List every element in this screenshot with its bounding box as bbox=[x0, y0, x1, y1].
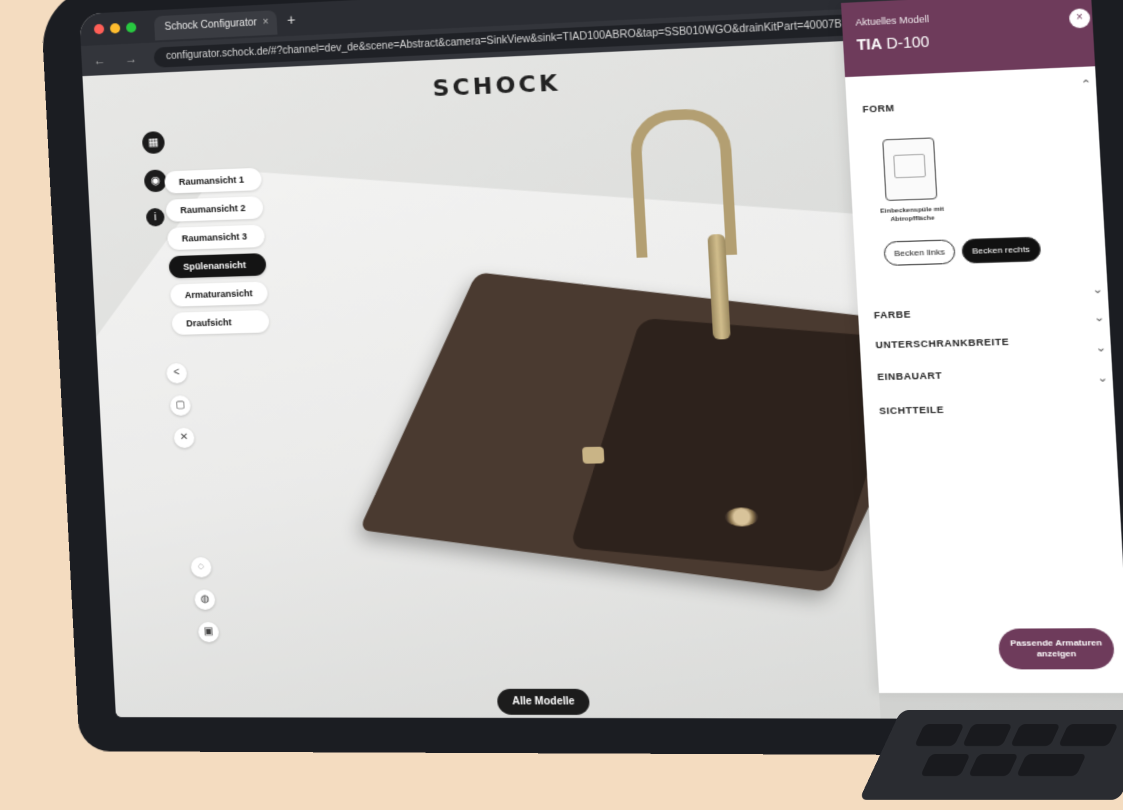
view-raumansicht-2[interactable]: Raumansicht 2 bbox=[166, 196, 264, 222]
form-option-thumbnail[interactable] bbox=[882, 137, 937, 201]
chevron-up-icon[interactable]: ⌃ bbox=[1080, 77, 1091, 91]
sink-shape-icon bbox=[893, 154, 926, 179]
chevron-down-icon[interactable]: ⌄ bbox=[1097, 371, 1108, 385]
keyboard-key bbox=[920, 754, 970, 776]
tool-a-icon[interactable]: ◌ bbox=[190, 557, 211, 577]
tool-c-icon[interactable]: ▣ bbox=[198, 622, 219, 642]
browser-tab[interactable]: Schock Configurator × bbox=[154, 10, 278, 40]
minimize-window-button[interactable] bbox=[110, 23, 121, 34]
current-model-name: TIA D-100 bbox=[856, 33, 930, 53]
info-icon[interactable]: i bbox=[146, 208, 165, 227]
laptop: Schock Configurator × + ← → ↻ configurat… bbox=[40, 0, 1120, 810]
basin-side-selector: Becken links Becken rechts bbox=[883, 237, 1041, 266]
basin-left-button[interactable]: Becken links bbox=[883, 239, 955, 266]
configurator-panel: Aktuelles Modell TIA D-100 × ⌃ FORM Einb… bbox=[841, 0, 1123, 693]
view-armaturansicht[interactable]: Armaturansicht bbox=[170, 282, 268, 307]
laptop-keyboard bbox=[859, 710, 1123, 800]
laptop-bezel: Schock Configurator × + ← → ↻ configurat… bbox=[40, 0, 1123, 756]
section-unterschrankbreite[interactable]: UNTERSCHRANKBREITE bbox=[875, 336, 1009, 350]
current-model-label: Aktuelles Modell bbox=[855, 14, 929, 28]
close-window-button[interactable] bbox=[94, 24, 105, 35]
panel-scrollbar[interactable] bbox=[1102, 87, 1115, 260]
view-spuelenansicht[interactable]: Spülenansicht bbox=[169, 253, 267, 278]
schock-logo: SCHOCK bbox=[432, 71, 561, 102]
tab-title: Schock Configurator bbox=[164, 17, 257, 33]
tool-b-icon[interactable]: ◍ bbox=[194, 589, 215, 609]
basin-right-button[interactable]: Becken rechts bbox=[961, 237, 1041, 264]
section-farbe[interactable]: FARBE bbox=[874, 309, 912, 321]
section-form[interactable]: FORM bbox=[862, 103, 895, 115]
chevron-down-icon[interactable]: ⌄ bbox=[1092, 282, 1103, 296]
keyboard-key bbox=[968, 754, 1018, 776]
tab-close-icon[interactable]: × bbox=[262, 11, 269, 36]
overflow-button-icon bbox=[582, 447, 604, 464]
section-einbauart[interactable]: EINBAUART bbox=[877, 370, 942, 382]
view-draufsicht[interactable]: Draufsicht bbox=[171, 310, 269, 335]
view-raumansicht-1[interactable]: Raumansicht 1 bbox=[164, 168, 261, 194]
all-models-button[interactable]: Alle Modelle bbox=[497, 689, 591, 715]
section-sichtteile[interactable]: SICHTTEILE bbox=[879, 404, 944, 416]
show-matching-taps-button[interactable]: Passende Armaturen anzeigen bbox=[998, 628, 1115, 669]
model-prefix: TIA bbox=[856, 35, 882, 53]
camera-view-list: Raumansicht 1 Raumansicht 2 Raumansicht … bbox=[164, 168, 269, 335]
zoom-window-button[interactable] bbox=[126, 22, 137, 33]
new-tab-button[interactable]: + bbox=[287, 11, 296, 28]
chevron-down-icon[interactable]: ⌄ bbox=[1095, 340, 1106, 354]
chevron-down-icon[interactable]: ⌄ bbox=[1094, 310, 1105, 324]
window-controls bbox=[94, 22, 137, 34]
keyboard-key bbox=[914, 724, 964, 746]
form-option-caption: Einbeckenspüle mit Abtropffläche bbox=[872, 205, 952, 225]
model-name: D-100 bbox=[886, 33, 930, 52]
screen: Schock Configurator × + ← → ↻ configurat… bbox=[79, 0, 1123, 719]
keyboard-key bbox=[1010, 724, 1060, 746]
menu-grid-icon[interactable]: ▦ bbox=[142, 131, 165, 154]
keyboard-key bbox=[962, 724, 1012, 746]
panel-header: Aktuelles Modell TIA D-100 × bbox=[841, 0, 1107, 77]
panel-close-icon[interactable]: × bbox=[1069, 8, 1091, 28]
view-raumansicht-3[interactable]: Raumansicht 3 bbox=[167, 225, 265, 251]
keyboard-key bbox=[1016, 754, 1086, 776]
keyboard-key bbox=[1058, 724, 1118, 746]
